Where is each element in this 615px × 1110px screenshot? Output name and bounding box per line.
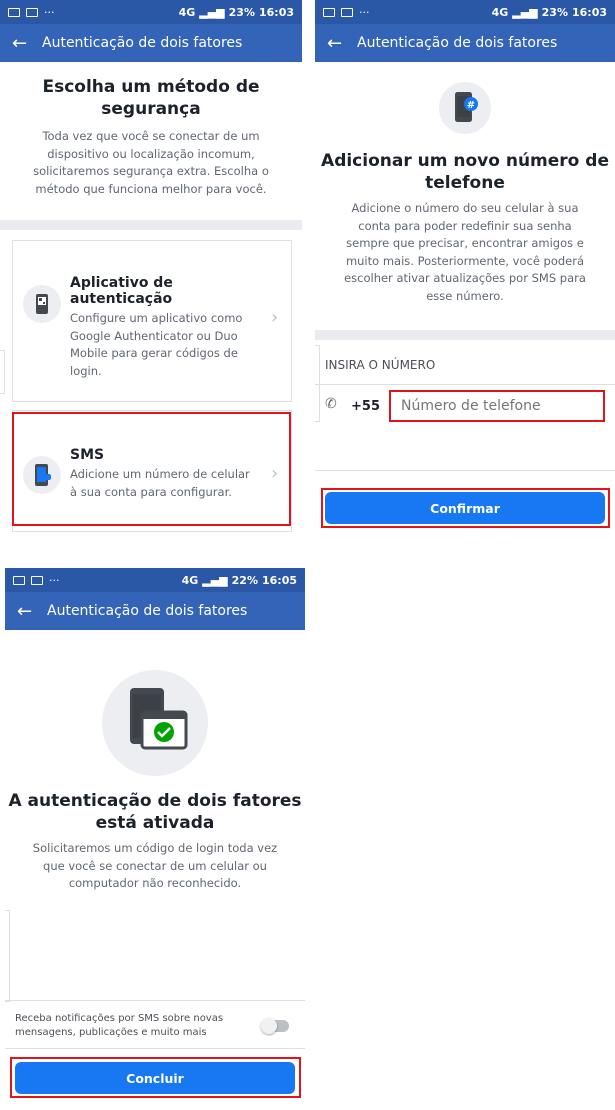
app-bar-title: Autenticação de dois fatores	[42, 35, 243, 51]
notification-icon	[323, 7, 335, 17]
screen-2fa-enabled: ··· 4G ▂▄▆ 22% 16:05 ← Autenticação de d…	[5, 568, 305, 1104]
page-title-line2: segurança	[101, 99, 201, 119]
section-divider	[315, 330, 615, 340]
signal-icon: ▂▄▆	[199, 5, 225, 19]
status-bar: ··· 4G ▂▄▆ 23% 16:03	[315, 0, 615, 24]
page-title-line2: está ativada	[95, 813, 215, 833]
country-code[interactable]: +55	[351, 399, 380, 414]
more-notifications-icon: ···	[49, 573, 60, 587]
add-phone-header: Adicionar um novo número de telefone Adi…	[315, 150, 615, 305]
clock: 16:03	[258, 5, 294, 19]
section-divider	[0, 220, 302, 230]
notification-icon	[8, 7, 20, 17]
notification-icon	[13, 575, 25, 585]
image-icon	[31, 575, 43, 585]
screen-add-phone: ··· 4G ▂▄▆ 23% 16:03 ← Autenticação de d…	[315, 0, 615, 540]
section-label: INSIRA O NÚMERO	[325, 358, 436, 372]
divider	[5, 1000, 305, 1001]
edge-divider	[5, 910, 10, 1002]
method-header: Escolha um método de segurança Toda vez …	[0, 76, 302, 198]
divider	[315, 470, 615, 471]
clock: 16:03	[571, 5, 607, 19]
divider	[5, 1048, 305, 1049]
app-bar: ← Autenticação de dois fatores	[5, 592, 305, 630]
app-bar-title: Autenticação de dois fatores	[47, 603, 248, 619]
sms-notification-text: Receba notificações por SMS sobre novas …	[15, 1013, 224, 1038]
method-description: Toda vez que você se conectar de um disp…	[33, 129, 269, 196]
toggle-knob	[261, 1018, 277, 1034]
phone-icon: ✆	[325, 396, 337, 412]
image-icon	[341, 7, 353, 17]
network-label: 4G	[491, 5, 509, 19]
signal-icon: ▂▄▆	[512, 5, 538, 19]
more-notifications-icon: ···	[359, 5, 370, 19]
back-arrow-icon[interactable]: ←	[12, 33, 34, 54]
signal-icon: ▂▄▆	[202, 573, 228, 587]
page-title-line1: A autenticação de dois fatores	[8, 791, 302, 811]
chevron-right-icon: ›	[271, 307, 279, 328]
phone-number-input[interactable]	[389, 390, 605, 422]
screen-choose-method: ··· 4G ▂▄▆ 23% 16:03 ← Autenticação de d…	[0, 0, 302, 540]
page-title-line1: Escolha um método de	[42, 77, 260, 97]
edge-divider	[0, 350, 5, 394]
enabled-description: Solicitaremos um código de login toda ve…	[32, 841, 278, 890]
status-bar: ··· 4G ▂▄▆ 22% 16:05	[5, 568, 305, 592]
option-authenticator-app[interactable]: Aplicativo de autenticação Configure um …	[12, 240, 292, 402]
qr-icon	[23, 285, 61, 323]
app-bar: ← Autenticação de dois fatores	[315, 24, 615, 62]
highlight-frame	[12, 412, 291, 526]
more-notifications-icon: ···	[44, 5, 55, 19]
clock: 16:05	[261, 573, 297, 587]
network-label: 4G	[178, 5, 196, 19]
app-bar: ← Autenticação de dois fatores	[0, 24, 302, 62]
page-title-line1: Adicionar um novo número de	[321, 151, 609, 171]
devices-check-icon	[102, 670, 208, 776]
option-description: Configure um aplicativo como Google Auth…	[70, 311, 243, 378]
battery-label: 23%	[541, 5, 568, 19]
image-icon	[26, 7, 38, 17]
app-bar-title: Autenticação de dois fatores	[357, 35, 558, 51]
add-phone-description: Adicione o número do seu celular à sua c…	[344, 201, 586, 303]
highlight-frame	[10, 1057, 301, 1098]
page-title-line2: telefone	[425, 173, 505, 193]
svg-text:#: #	[467, 100, 475, 111]
phone-hashtag-icon: #	[439, 82, 491, 134]
edge-divider	[315, 345, 320, 422]
network-label: 4G	[181, 573, 199, 587]
status-bar: ··· 4G ▂▄▆ 23% 16:03	[0, 0, 302, 24]
back-arrow-icon[interactable]: ←	[327, 33, 349, 54]
back-arrow-icon[interactable]: ←	[17, 601, 39, 622]
option-title: Aplicativo de autenticação	[70, 275, 173, 307]
highlight-frame	[321, 488, 610, 528]
battery-label: 22%	[231, 573, 258, 587]
battery-label: 23%	[228, 5, 255, 19]
enabled-header: A autenticação de dois fatores está ativ…	[5, 790, 305, 893]
